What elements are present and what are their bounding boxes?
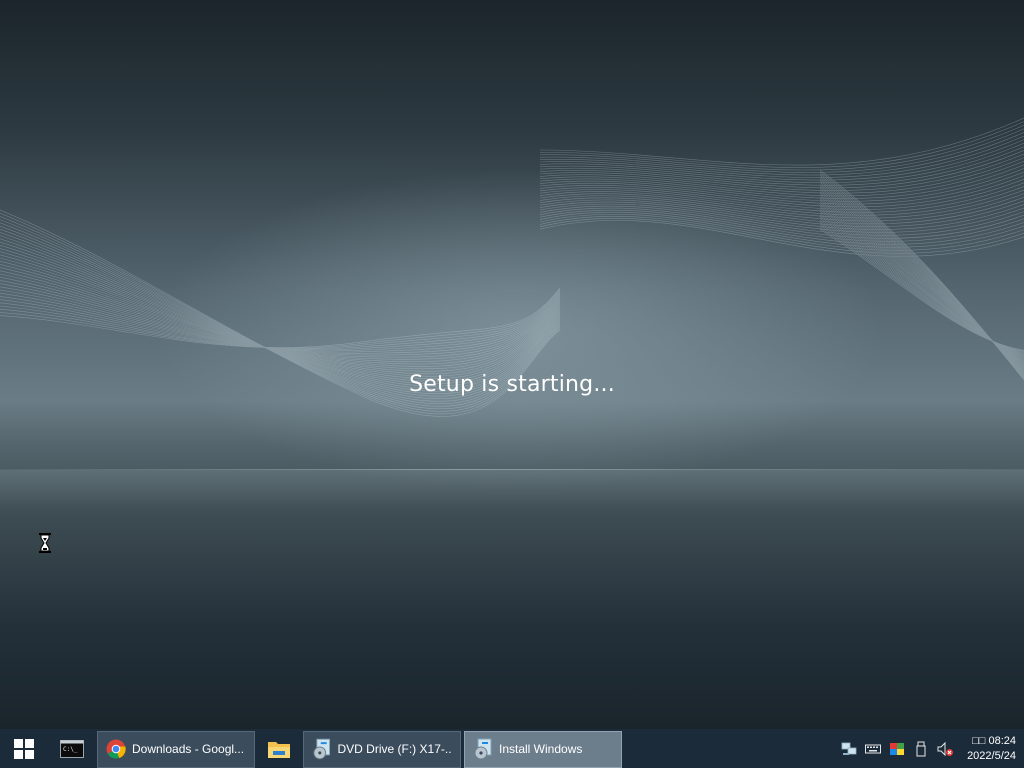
- taskbar-item-dvd-drive[interactable]: DVD Drive (F:) X17-...: [303, 730, 461, 768]
- clock-date: 2022/5/24: [967, 749, 1016, 762]
- taskbar-item-install-windows[interactable]: Install Windows: [464, 730, 622, 768]
- wave-lines-decoration: [0, 117, 1024, 417]
- setup-background: Setup is starting...: [0, 0, 1024, 729]
- display-color-icon[interactable]: [889, 741, 905, 757]
- chrome-icon: [106, 739, 126, 759]
- horizon-line: [0, 469, 1024, 470]
- volume-muted-icon[interactable]: [937, 741, 954, 757]
- setup-status-text: Setup is starting...: [409, 372, 615, 397]
- file-explorer-button[interactable]: [255, 729, 303, 768]
- start-button[interactable]: [0, 729, 48, 768]
- taskbar-item-label: DVD Drive (F:) X17-...: [337, 742, 452, 756]
- system-clock[interactable]: □□ 08:24 2022/5/24: [967, 734, 1016, 764]
- usb-drive-icon[interactable]: [913, 741, 929, 757]
- horizon-glow: [0, 470, 1024, 510]
- network-icon[interactable]: [841, 741, 857, 757]
- terminal-icon: C:\_: [60, 739, 84, 758]
- folder-icon: [268, 741, 290, 758]
- command-prompt-button[interactable]: C:\_: [48, 729, 96, 768]
- taskbar-item-label: Downloads - Googl...: [132, 742, 245, 756]
- svg-text:C:\_: C:\_: [63, 746, 78, 753]
- setup-disc-icon: [474, 738, 492, 760]
- taskbar-item-label: Install Windows: [499, 742, 583, 756]
- clock-time: □□ 08:24: [972, 734, 1016, 747]
- system-tray: □□ 08:24 2022/5/24: [841, 729, 1024, 768]
- taskbar-item-chrome-downloads[interactable]: Downloads - Googl...: [97, 730, 255, 768]
- keyboard-icon[interactable]: [865, 741, 882, 757]
- taskbar: C:\_ Downloads - Googl... DVD Drive (F:)…: [0, 729, 1024, 768]
- windows-logo-icon: [14, 738, 34, 759]
- setup-disc-icon: [313, 738, 331, 760]
- hourglass-cursor-icon: [39, 533, 51, 553]
